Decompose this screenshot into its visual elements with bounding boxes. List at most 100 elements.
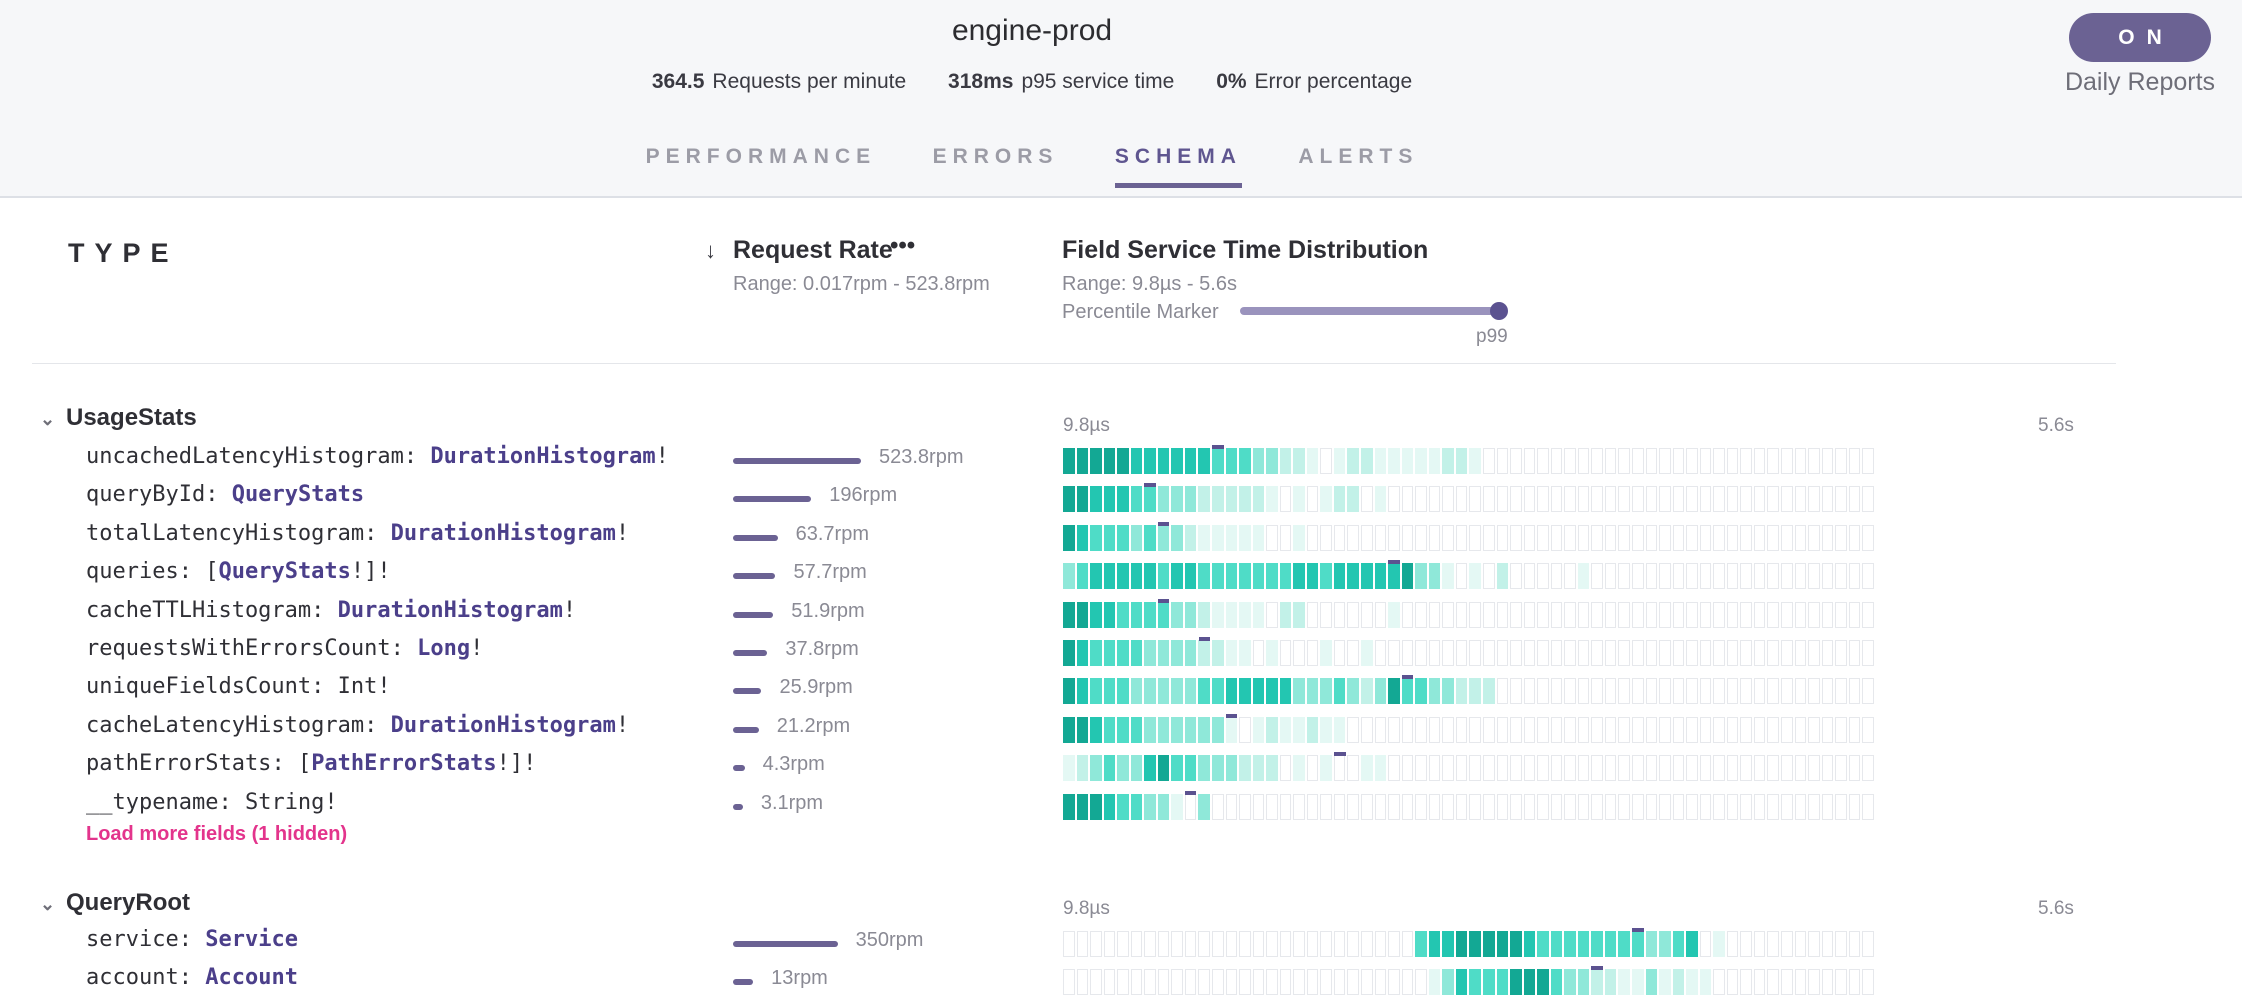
group-header-queryroot[interactable]: ⌄ QueryRoot xyxy=(40,889,190,917)
histogram-bucket xyxy=(1225,755,1238,782)
histogram-bucket xyxy=(1862,969,1874,996)
histogram-bucket xyxy=(1713,755,1725,782)
type-link[interactable]: PathErrorStats xyxy=(311,751,496,776)
latency-histogram[interactable] xyxy=(1063,598,1876,628)
histogram-bucket xyxy=(1672,678,1685,705)
type-link[interactable]: DurationHistogram xyxy=(391,521,616,546)
histogram-bucket xyxy=(1266,486,1278,513)
latency-histogram[interactable] xyxy=(1063,483,1876,513)
histogram-bucket xyxy=(1171,524,1183,551)
daily-reports-toggle[interactable]: ON xyxy=(2069,13,2211,62)
p99-marker xyxy=(1388,560,1400,565)
sort-desc-icon[interactable]: ↓ xyxy=(705,238,716,264)
histogram-bucket xyxy=(1753,755,1766,782)
histogram-bucket xyxy=(1686,678,1698,705)
histogram-bucket xyxy=(1401,931,1414,957)
latency-histogram[interactable] xyxy=(1063,928,1876,957)
histogram-bucket xyxy=(1320,486,1332,513)
histogram-bucket xyxy=(1699,678,1712,705)
histogram-bucket xyxy=(1726,755,1739,782)
histogram-bucket xyxy=(1808,448,1820,474)
histogram-bucket xyxy=(1482,601,1495,628)
histogram-bucket xyxy=(1144,486,1156,513)
latency-histogram[interactable] xyxy=(1063,637,1876,666)
type-link[interactable]: DurationHistogram xyxy=(391,713,616,738)
type-link[interactable]: Long xyxy=(417,636,470,661)
latency-histogram[interactable] xyxy=(1063,713,1876,743)
tab-schema[interactable]: SCHEMA xyxy=(1114,145,1242,188)
type-link[interactable]: Service xyxy=(205,927,298,952)
type-link[interactable]: QueryStats xyxy=(218,559,350,584)
tab-alerts[interactable]: ALERTS xyxy=(1298,145,1418,183)
histogram-bucket xyxy=(1631,931,1644,957)
p99-marker xyxy=(1334,752,1346,757)
tab-performance[interactable]: PERFORMANCE xyxy=(646,145,877,183)
histogram-bucket xyxy=(1591,601,1603,628)
histogram-bucket xyxy=(1333,716,1346,743)
histogram-bucket xyxy=(1618,563,1630,590)
field-separator: : xyxy=(218,789,245,815)
latency-histogram[interactable] xyxy=(1063,966,1876,996)
tab-bar: PERFORMANCE ERRORS SCHEMA ALERTS xyxy=(0,145,2064,188)
histogram-bucket xyxy=(1794,969,1807,996)
histogram-bucket xyxy=(1713,640,1725,666)
type-link[interactable]: Account xyxy=(205,965,298,990)
histogram-bucket xyxy=(1252,931,1265,957)
histogram-bucket xyxy=(1550,563,1563,590)
tab-errors[interactable]: ERRORS xyxy=(933,145,1059,183)
histogram-bucket xyxy=(1821,601,1834,628)
histogram-bucket xyxy=(1469,755,1481,782)
group-header-usagestats[interactable]: ⌄ UsageStats xyxy=(40,404,197,432)
histogram-bucket xyxy=(1320,640,1332,666)
field-__typename: __typename: String! xyxy=(86,790,338,815)
histogram-bucket xyxy=(1157,524,1170,551)
histogram-bucket xyxy=(1266,716,1278,743)
histogram-bucket xyxy=(1063,678,1075,705)
histogram-bucket xyxy=(1347,716,1360,743)
histogram-bucket xyxy=(1726,969,1739,996)
type-link[interactable]: DurationHistogram xyxy=(430,444,655,469)
histogram-bucket xyxy=(1577,716,1590,743)
histogram-bucket xyxy=(1076,793,1089,820)
histogram-bucket xyxy=(1564,793,1576,820)
histogram-bucket xyxy=(1862,793,1874,820)
latency-histogram[interactable] xyxy=(1063,521,1876,551)
percentile-slider-handle[interactable] xyxy=(1490,302,1508,320)
type-link[interactable]: DurationHistogram xyxy=(338,598,563,623)
latency-histogram[interactable] xyxy=(1063,445,1876,474)
histogram-bucket xyxy=(1239,524,1251,551)
percentile-slider-track[interactable] xyxy=(1240,307,1498,315)
latency-histogram[interactable] xyxy=(1063,675,1876,705)
chevron-down-icon[interactable]: ⌄ xyxy=(40,409,66,430)
chevron-down-icon[interactable]: ⌄ xyxy=(40,894,66,915)
histogram-bucket xyxy=(1604,755,1617,782)
histogram-bucket xyxy=(1631,755,1644,782)
histogram-bucket xyxy=(1252,793,1265,820)
more-options-icon[interactable]: ••• xyxy=(890,232,915,260)
histogram-bucket xyxy=(1374,448,1387,474)
histogram-bucket xyxy=(1130,678,1143,705)
field-name: uniqueFieldsCount xyxy=(86,674,312,700)
histogram-bucket xyxy=(1401,969,1414,996)
histogram-bucket xyxy=(1577,640,1590,666)
type-link[interactable]: QueryStats xyxy=(232,482,364,507)
histogram-bucket xyxy=(1740,524,1752,551)
histogram-bucket xyxy=(1740,486,1752,513)
histogram-bucket xyxy=(1794,563,1807,590)
histogram-bucket xyxy=(1577,678,1590,705)
distribution-axis-max: 5.6s xyxy=(2038,898,2074,919)
histogram-bucket xyxy=(1401,640,1414,666)
histogram-bucket xyxy=(1239,969,1251,996)
type-suffix: !]! xyxy=(350,559,391,585)
latency-histogram[interactable] xyxy=(1063,560,1876,590)
request-rate-header[interactable]: Request Rate xyxy=(733,236,893,265)
histogram-bucket xyxy=(1821,448,1834,474)
histogram-bucket xyxy=(1659,640,1671,666)
load-more-fields-link[interactable]: Load more fields (1 hidden) xyxy=(86,823,347,846)
latency-histogram[interactable] xyxy=(1063,790,1876,820)
daily-reports-label: Daily Reports xyxy=(2064,68,2216,96)
histogram-bucket xyxy=(1631,640,1644,666)
latency-histogram[interactable] xyxy=(1063,752,1876,782)
histogram-bucket xyxy=(1388,563,1400,590)
histogram-bucket xyxy=(1157,448,1170,474)
